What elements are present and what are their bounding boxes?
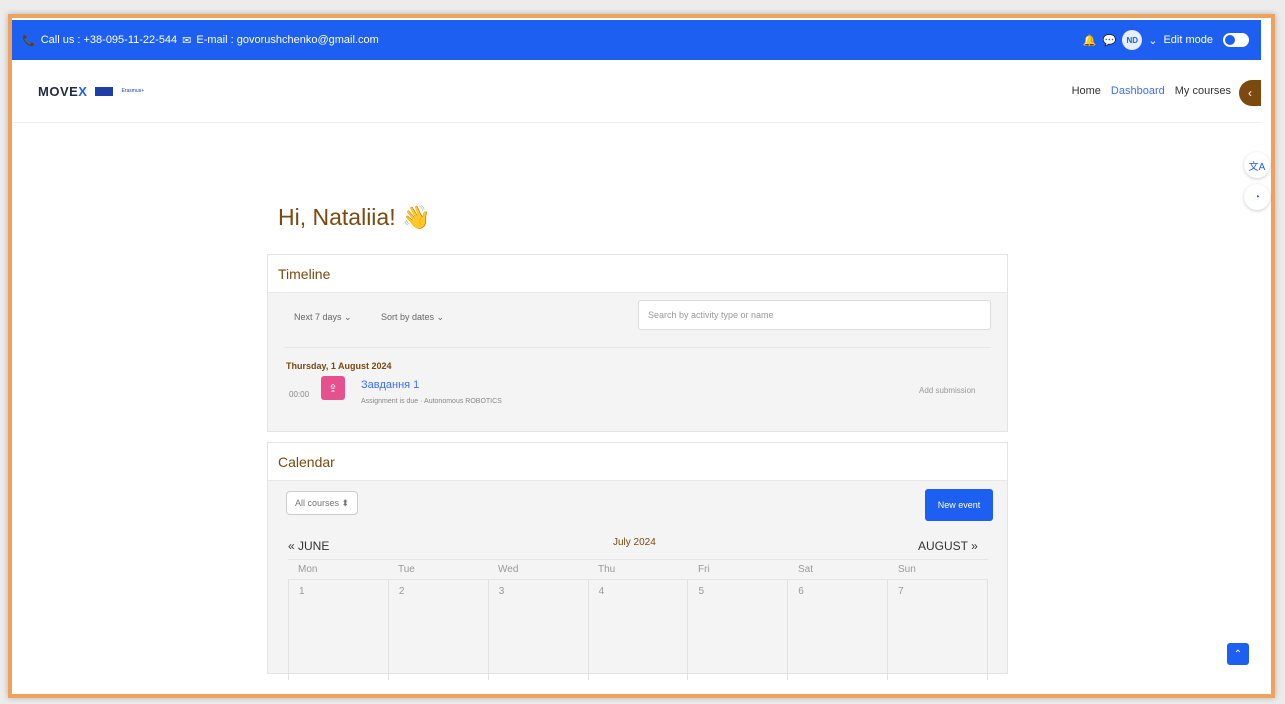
weekday: Sat	[788, 559, 888, 580]
current-month: July 2024	[613, 537, 656, 548]
nav-dashboard[interactable]: Dashboard	[1111, 85, 1165, 97]
side-tools: 文A ◔	[1244, 152, 1270, 210]
bell-icon[interactable]: 🔔	[1083, 34, 1097, 47]
calendar-day[interactable]: 3	[489, 580, 589, 680]
phone-icon: 📞	[22, 34, 36, 47]
next-month-link[interactable]: AUGUST »	[918, 539, 978, 553]
new-event-button[interactable]: New event	[925, 489, 993, 521]
prev-month-link[interactable]: « JUNE	[288, 539, 329, 553]
accessibility-icon[interactable]: ◔	[1244, 184, 1270, 210]
calendar-day[interactable]: 5	[688, 580, 789, 680]
nav-links: Home Dashboard My courses	[1072, 85, 1231, 97]
weekday-header: Mon Tue Wed Thu Fri Sat Sun	[288, 559, 988, 580]
drawer-toggle-button[interactable]: ‹	[1239, 80, 1261, 106]
top-contact-bar: 📞 Call us : +38-095-11-22-544 ✉ E-mail :…	[12, 20, 1261, 60]
nav-home[interactable]: Home	[1072, 85, 1101, 97]
calendar-title: Calendar	[268, 443, 1007, 481]
chevron-down-icon[interactable]: ⌄	[1148, 34, 1157, 47]
divider	[284, 347, 991, 348]
translate-icon[interactable]: 文A	[1244, 152, 1270, 178]
email-icon: ✉	[182, 34, 192, 47]
nav-my-courses[interactable]: My courses	[1175, 85, 1231, 97]
assignment-icon: ⇪	[321, 376, 345, 400]
chat-icon[interactable]: 💬	[1103, 34, 1117, 47]
timeline-date: Thursday, 1 August 2024	[286, 361, 392, 371]
timeline-item-meta: Assignment is due · Autonomous ROBOTICS	[361, 398, 502, 405]
weekday: Tue	[388, 559, 488, 580]
edit-mode-label: Edit mode	[1163, 34, 1213, 46]
add-submission-button[interactable]: Add submission	[919, 386, 975, 395]
calendar-week: 1 2 3 4 5 6 7	[288, 580, 989, 680]
timeline-title: Timeline	[268, 255, 1007, 293]
sort-dropdown[interactable]: Sort by dates ⌄	[373, 304, 453, 330]
site-logo[interactable]: MOVEX Erasmus+	[38, 84, 144, 99]
logo-text: MOVEX	[38, 83, 88, 99]
weekday: Sun	[888, 559, 988, 580]
weekday: Thu	[588, 559, 688, 580]
calendar-block: Calendar All courses ⬍ New event « JUNE …	[267, 442, 1008, 680]
calendar-day[interactable]: 1	[288, 580, 389, 680]
course-select[interactable]: All courses ⬍	[286, 491, 359, 515]
back-to-top-button[interactable]: ⌃	[1227, 643, 1249, 665]
page-greeting: Hi, Nataliia! 👋	[278, 204, 431, 230]
calendar-day[interactable]: 4	[589, 580, 689, 680]
timeline-search-input[interactable]: Search by activity type or name	[638, 300, 991, 330]
timeline-block: Timeline Next 7 days ⌄ Sort by dates ⌄ S…	[267, 254, 1008, 432]
calendar-grid: Mon Tue Wed Thu Fri Sat Sun 1 2 3 4 5 6 …	[288, 559, 989, 680]
timeline-item-link[interactable]: Завдання 1	[361, 379, 419, 391]
email-text[interactable]: E-mail : govorushchenko@gmail.com	[196, 34, 378, 46]
timeline-time: 00:00	[289, 390, 310, 399]
days-filter-dropdown[interactable]: Next 7 days ⌄	[286, 304, 360, 330]
weekday: Mon	[288, 559, 388, 580]
edit-mode-toggle[interactable]	[1223, 33, 1249, 47]
weekday: Wed	[488, 559, 588, 580]
calendar-day[interactable]: 2	[389, 580, 489, 680]
calendar-day[interactable]: 7	[888, 580, 989, 680]
avatar[interactable]: ND	[1122, 30, 1143, 50]
weekday: Fri	[688, 559, 788, 580]
main-navbar: MOVEX Erasmus+ Home Dashboard My courses…	[12, 60, 1261, 123]
phone-text: Call us : +38-095-11-22-544	[40, 34, 178, 46]
eu-flag-icon	[95, 86, 114, 96]
calendar-day[interactable]: 6	[788, 580, 889, 680]
eu-label: Erasmus+	[121, 88, 145, 94]
